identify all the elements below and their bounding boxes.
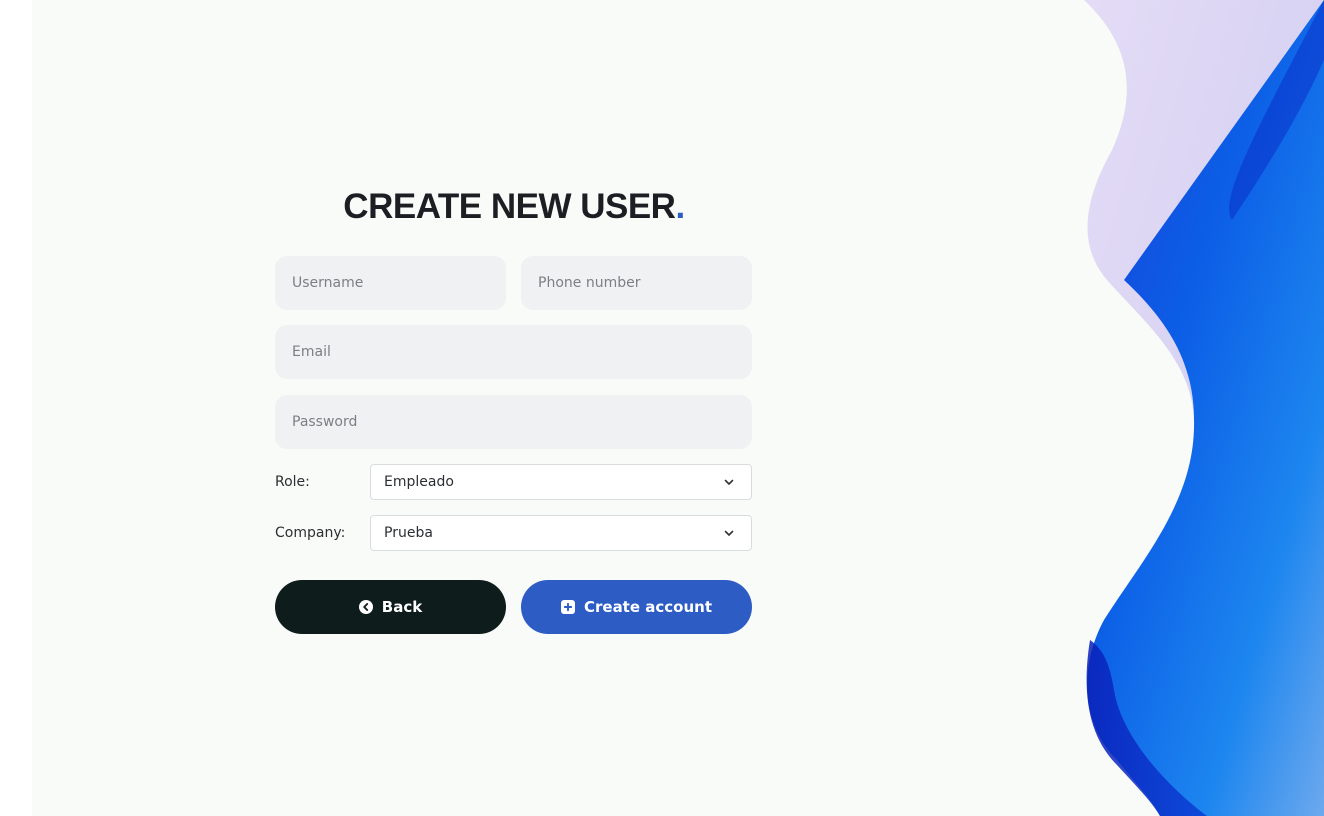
create-account-button-label: Create account bbox=[583, 598, 712, 616]
create-user-page: CREATE NEW USER. Role: Empleado Company:… bbox=[32, 0, 1324, 816]
back-button[interactable]: Back bbox=[275, 580, 506, 634]
email-field[interactable] bbox=[275, 325, 752, 379]
page-title: CREATE NEW USER. bbox=[275, 187, 753, 227]
company-label: Company: bbox=[275, 525, 346, 541]
chevron-down-icon bbox=[724, 479, 734, 485]
role-select-value: Empleado bbox=[384, 474, 454, 490]
role-label: Role: bbox=[275, 474, 310, 490]
phone-number-input[interactable] bbox=[538, 275, 752, 291]
email-input[interactable] bbox=[292, 344, 752, 360]
plus-square-icon bbox=[560, 600, 575, 614]
title-text: CREATE NEW USER bbox=[343, 187, 676, 226]
username-field[interactable] bbox=[275, 256, 506, 310]
phone-number-field[interactable] bbox=[521, 256, 752, 310]
create-account-button[interactable]: Create account bbox=[521, 580, 752, 634]
company-select-value: Prueba bbox=[384, 525, 433, 541]
username-input[interactable] bbox=[292, 275, 506, 291]
role-select[interactable]: Empleado bbox=[370, 464, 752, 500]
chevron-down-icon bbox=[724, 530, 734, 536]
company-select[interactable]: Prueba bbox=[370, 515, 752, 551]
chevron-left-circle-icon bbox=[358, 600, 373, 614]
title-dot: . bbox=[675, 187, 685, 226]
password-field[interactable] bbox=[275, 395, 752, 449]
back-button-label: Back bbox=[381, 598, 423, 616]
password-input[interactable] bbox=[292, 414, 752, 430]
